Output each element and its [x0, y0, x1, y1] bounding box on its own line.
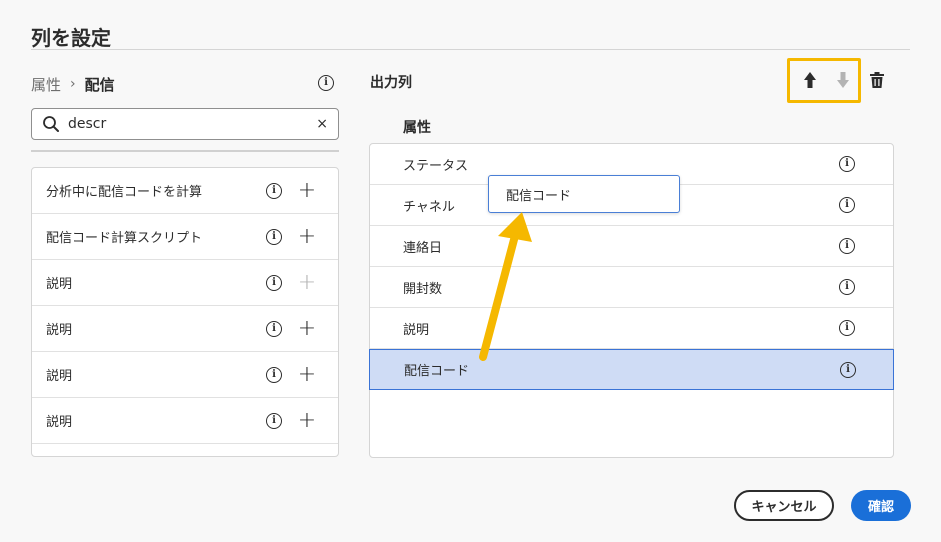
output-row[interactable]: 説明 i: [370, 308, 893, 349]
info-icon[interactable]: i: [266, 412, 282, 429]
list-item[interactable]: 配信コード計算スクリプト i +: [32, 214, 338, 260]
search-input[interactable]: [68, 116, 317, 132]
info-icon[interactable]: i: [266, 366, 282, 383]
info-icon[interactable]: i: [839, 156, 855, 172]
dialog-title: 列を設定: [31, 26, 111, 50]
output-row-label: 配信コード: [404, 364, 470, 379]
column-header: 属性: [403, 120, 431, 136]
delete-icon[interactable]: [868, 71, 886, 89]
add-icon[interactable]: +: [298, 363, 316, 385]
info-icon[interactable]: i: [839, 320, 855, 336]
breadcrumb: 属性 › 配信: [31, 73, 115, 95]
list-item-label: 配信コード計算スクリプト: [46, 231, 203, 246]
search-field[interactable]: ×: [31, 108, 339, 140]
search-icon: [43, 116, 59, 132]
list-item[interactable]: 説明 i +: [32, 398, 338, 444]
output-row-label: チャネル: [403, 199, 455, 215]
list-item-label: 説明: [46, 369, 73, 384]
drag-preview[interactable]: 配信コード: [488, 175, 680, 213]
info-icon[interactable]: i: [266, 320, 282, 337]
output-row-selected[interactable]: 配信コード i: [369, 349, 894, 390]
list-item[interactable]: 説明 i +: [32, 352, 338, 398]
add-icon[interactable]: +: [298, 225, 316, 247]
breadcrumb-separator: ›: [70, 76, 76, 92]
add-icon[interactable]: +: [298, 317, 316, 339]
info-icon[interactable]: i: [840, 361, 856, 378]
info-icon[interactable]: i: [266, 228, 282, 245]
move-down-icon: [837, 72, 849, 88]
list-item[interactable]: 分析中に配信コードを計算 i +: [32, 168, 338, 214]
list-item[interactable]: 説明 i +: [32, 260, 338, 306]
list-item-label: 説明: [46, 415, 73, 430]
drag-preview-label: 配信コード: [506, 188, 572, 204]
list-item-label: 説明: [46, 323, 73, 338]
add-icon[interactable]: +: [298, 179, 316, 201]
output-row[interactable]: 連絡日 i: [370, 226, 893, 267]
clear-icon[interactable]: ×: [316, 116, 328, 132]
output-row-label: ステータス: [403, 158, 469, 174]
confirm-button[interactable]: 確認: [851, 490, 911, 521]
output-row-label: 説明: [403, 322, 430, 338]
info-icon[interactable]: i: [318, 75, 334, 91]
list-item[interactable]: 説明 i +: [32, 306, 338, 352]
attribute-list: 分析中に配信コードを計算 i + 配信コード計算スクリプト i + 説明 i +…: [31, 167, 339, 457]
add-icon: +: [297, 269, 317, 295]
info-icon[interactable]: i: [839, 197, 855, 213]
list-item-label: 分析中に配信コードを計算: [46, 185, 203, 200]
output-row[interactable]: 開封数 i: [370, 267, 893, 308]
info-icon[interactable]: i: [839, 238, 855, 254]
list-item-label: 説明: [46, 277, 73, 292]
output-row-label: 連絡日: [403, 240, 443, 256]
info-icon[interactable]: i: [266, 274, 282, 291]
info-icon[interactable]: i: [839, 279, 855, 295]
add-icon[interactable]: +: [298, 409, 316, 431]
breadcrumb-parent[interactable]: 属性: [31, 74, 61, 95]
breadcrumb-current: 配信: [84, 75, 115, 94]
search-divider: [31, 150, 339, 152]
move-up-icon[interactable]: [802, 70, 818, 90]
cancel-button[interactable]: キャンセル: [734, 490, 834, 521]
title-divider: [31, 49, 910, 50]
output-columns-title: 出力列: [370, 75, 412, 91]
output-row-label: 開封数: [403, 281, 443, 297]
info-icon[interactable]: i: [266, 182, 282, 199]
